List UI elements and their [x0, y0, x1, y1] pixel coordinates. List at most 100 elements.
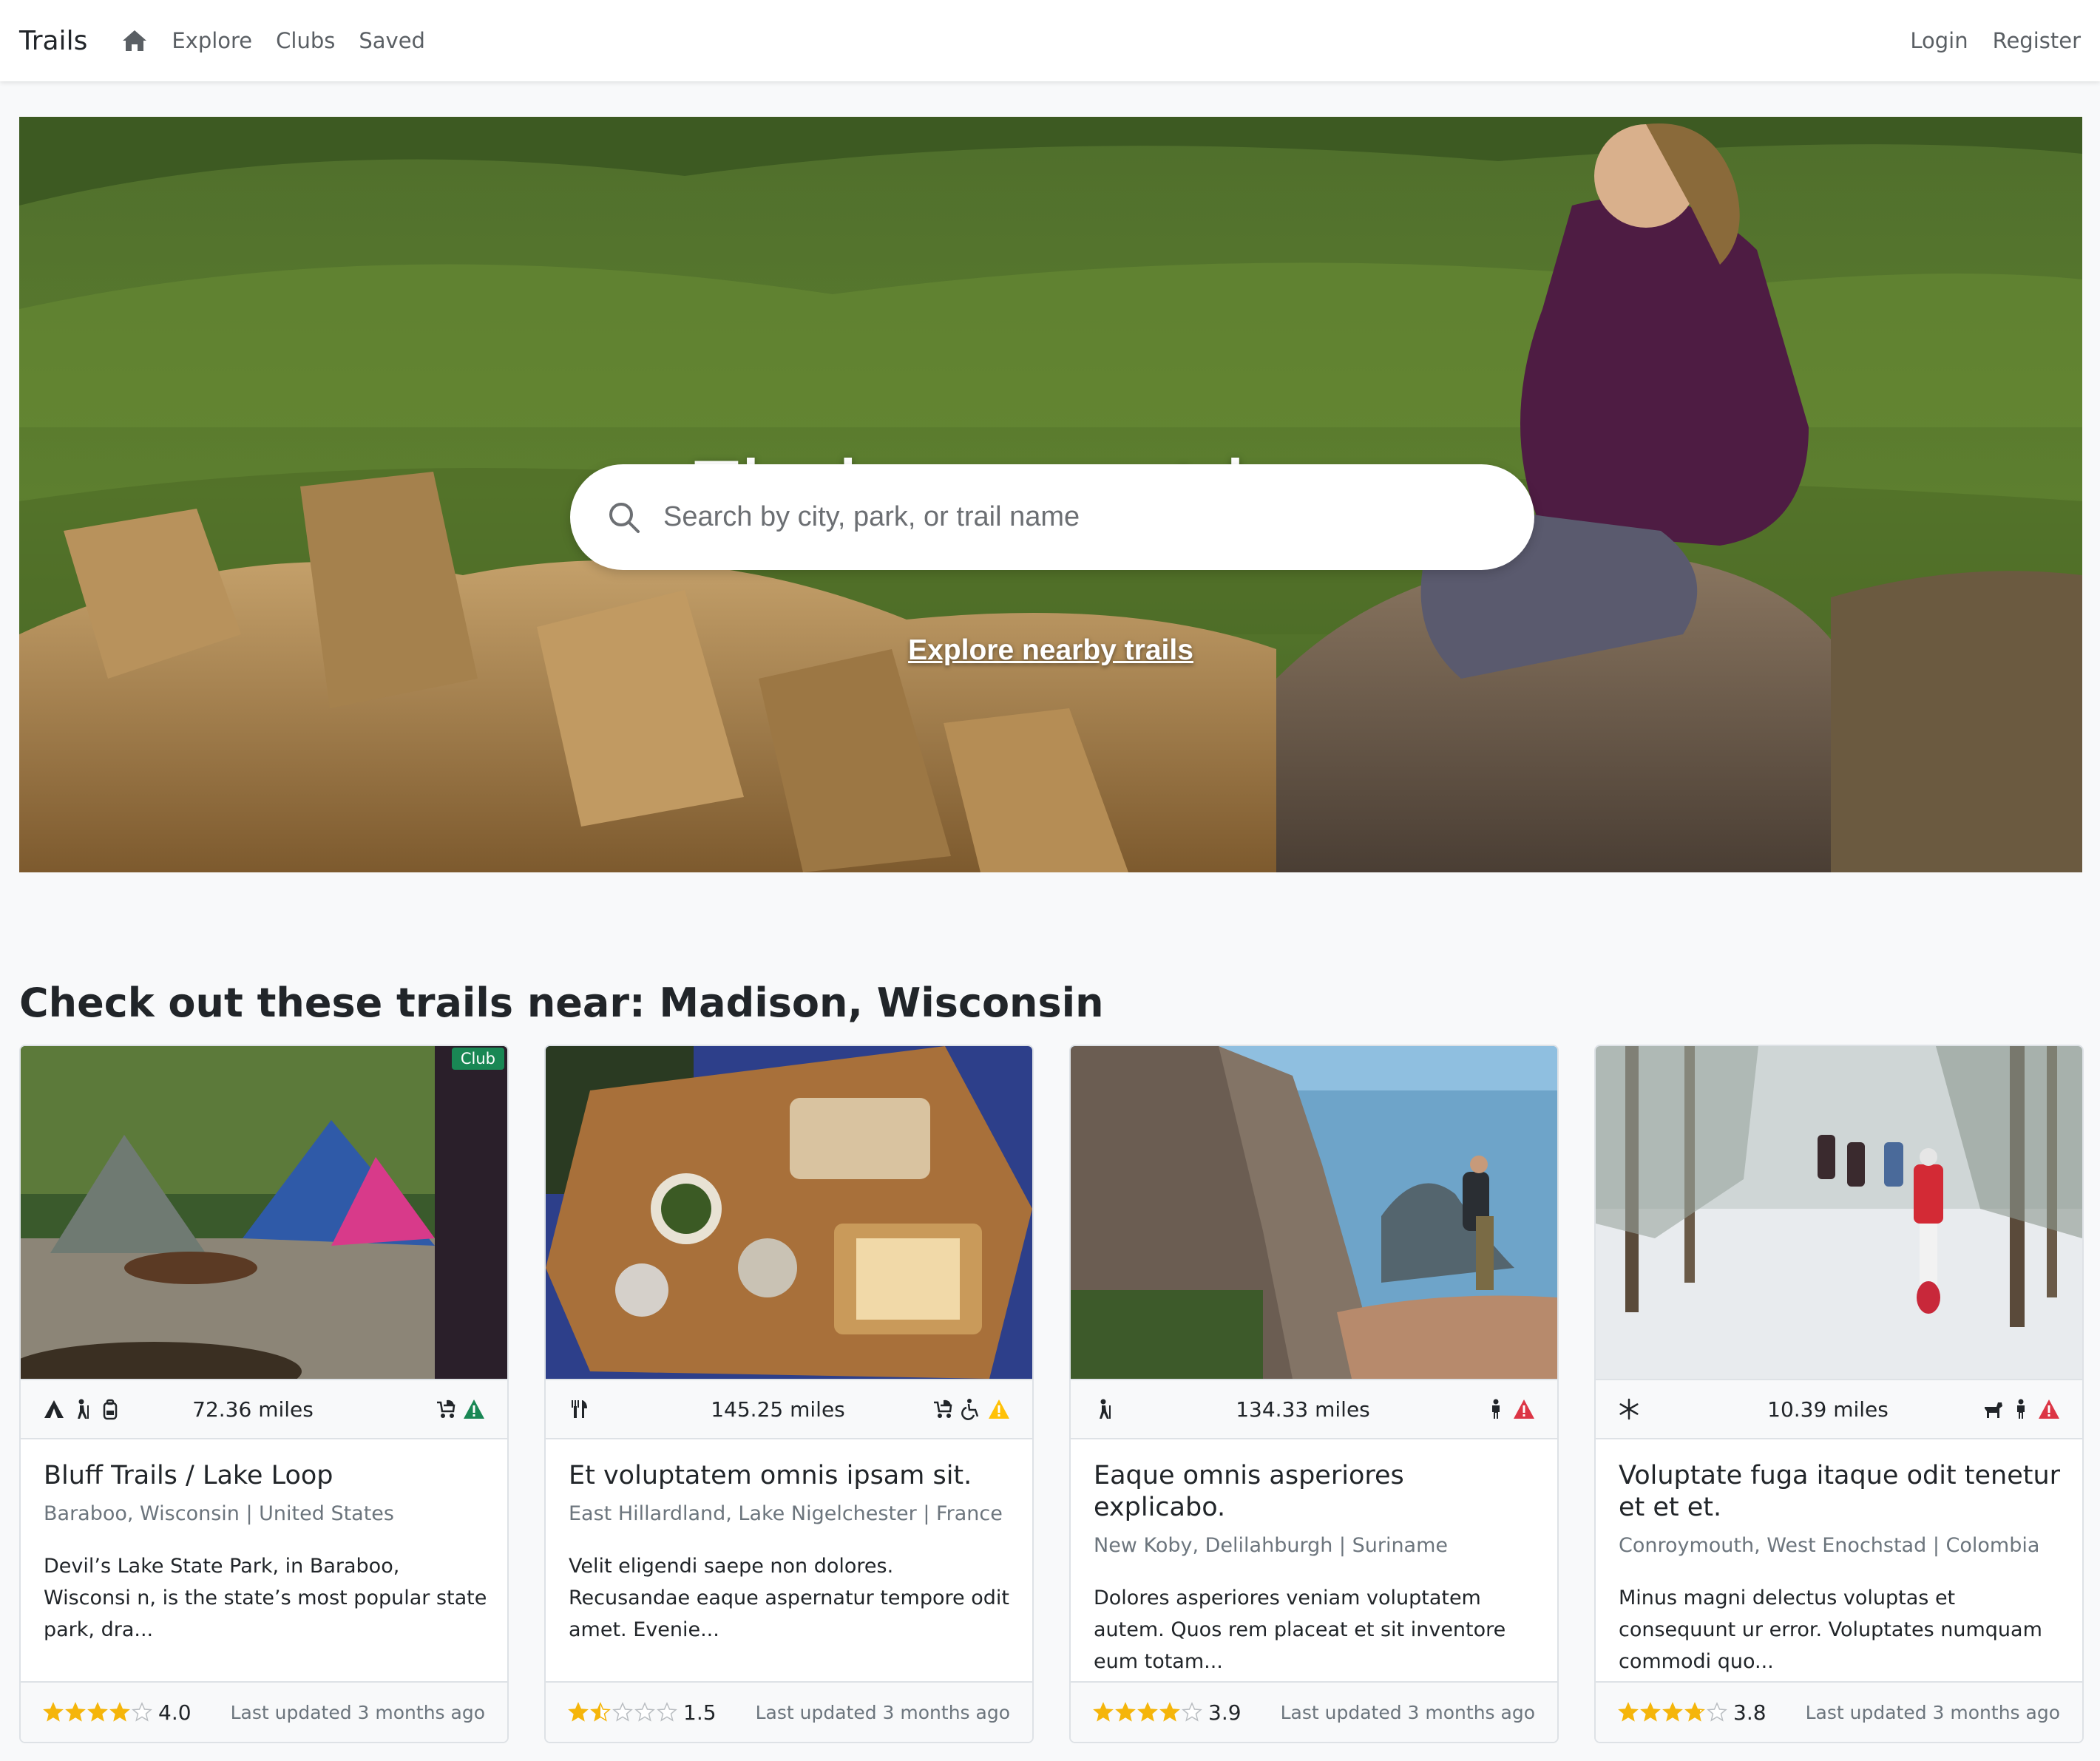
star-icon	[1640, 1702, 1661, 1722]
nav-link-explore[interactable]: Explore	[172, 28, 252, 53]
nav-link-clubs[interactable]: Clubs	[276, 28, 335, 53]
rating-value: 3.8	[1733, 1700, 1767, 1725]
trail-card[interactable]: 134.33 miles Eaque omnis asperiores expl…	[1069, 1045, 1559, 1743]
star-icon	[1684, 1702, 1705, 1722]
dog-icon	[1985, 1402, 2002, 1418]
camping-icon	[44, 1400, 64, 1418]
trail-distance: 10.39 miles	[1767, 1397, 1889, 1422]
club-badge: Club	[451, 1048, 504, 1070]
rating-stars	[1093, 1702, 1202, 1723]
star-icon	[87, 1702, 108, 1722]
star-icon	[1115, 1702, 1136, 1722]
backpack-icon	[103, 1399, 118, 1420]
trail-meta-bar: 10.39 miles	[1596, 1379, 2082, 1439]
trail-card-body: Bluff Trails / Lake Loop Baraboo, Wiscon…	[44, 1460, 487, 1646]
trail-image[interactable]: Club	[21, 1046, 507, 1379]
trail-location: Conroymouth, West Enochstad | Colombia	[1619, 1534, 2040, 1557]
trail-title[interactable]: Et voluptatem omnis ipsam sit.	[569, 1460, 1012, 1492]
star-icon	[590, 1702, 611, 1722]
trail-location: East Hillardland, Lake Nigelchester | Fr…	[569, 1502, 1003, 1525]
trail-card-footer: 1.5 Last updated 3 months ago	[546, 1681, 1032, 1742]
rating-value: 4.0	[158, 1700, 192, 1725]
alert-green-icon	[464, 1399, 484, 1419]
nav-auth-links: Login Register	[1910, 28, 2081, 53]
trail-card-body: Et voluptatem omnis ipsam sit. East Hill…	[569, 1460, 1012, 1646]
feature-icons	[1912, 1398, 2060, 1420]
trail-location: New Koby, Delilahburgh | Suriname	[1094, 1534, 1449, 1557]
trail-card[interactable]: Club 72.36 miles Bluff Trails / Lake Loo…	[19, 1045, 509, 1743]
trail-card[interactable]: 10.39 miles Voluptate fuga itaque odit t…	[1594, 1045, 2084, 1743]
star-icon	[612, 1702, 633, 1722]
rating-value: 1.5	[683, 1700, 717, 1725]
trail-distance: 72.36 miles	[192, 1397, 314, 1422]
star-icon	[634, 1702, 655, 1722]
last-updated: Last updated 3 months ago	[1280, 1701, 1535, 1723]
trail-meta-bar: 134.33 miles	[1071, 1379, 1557, 1439]
home-icon[interactable]	[121, 27, 149, 55]
last-updated: Last updated 3 months ago	[755, 1701, 1010, 1723]
trail-distance: 134.33 miles	[1236, 1397, 1370, 1422]
trail-location: Baraboo, Wisconsin | United States	[44, 1502, 394, 1525]
star-icon	[1662, 1702, 1683, 1722]
explore-nearby-link[interactable]: Explore nearby trails	[19, 634, 2082, 667]
feature-icons	[1387, 1398, 1535, 1420]
trail-meta-bar: 145.25 miles	[546, 1379, 1032, 1439]
star-icon	[1182, 1702, 1202, 1722]
wheelchair-icon	[961, 1399, 979, 1420]
hero-banner: Find your outdoors Explore nearby trails	[19, 117, 2082, 872]
rating-stars	[568, 1702, 677, 1723]
star-icon	[1137, 1702, 1158, 1722]
trail-description: Minus magni delectus voluptas et consequ…	[1619, 1587, 2042, 1673]
trail-title[interactable]: Bluff Trails / Lake Loop	[44, 1460, 487, 1492]
star-icon	[1618, 1702, 1639, 1722]
brand-logo[interactable]: Trails	[19, 26, 87, 56]
trail-card-footer: 3.9 Last updated 3 months ago	[1071, 1681, 1557, 1742]
trail-description: Velit eligendi saepe non dolores. Recusa…	[569, 1555, 1009, 1641]
person-icon	[2017, 1399, 2025, 1419]
utensils-icon	[572, 1400, 587, 1418]
rating-value: 3.9	[1208, 1700, 1242, 1725]
alert-yellow-icon	[989, 1399, 1009, 1419]
star-icon	[1093, 1702, 1114, 1722]
star-icon	[657, 1702, 677, 1722]
trail-card-footer: 4.0 Last updated 3 months ago	[21, 1681, 507, 1742]
trail-card[interactable]: 145.25 miles Et voluptatem omnis ipsam s…	[544, 1045, 1034, 1743]
login-link[interactable]: Login	[1910, 28, 1968, 53]
stroller-icon	[437, 1399, 455, 1418]
star-icon	[43, 1702, 64, 1722]
star-icon	[132, 1702, 152, 1722]
snowflake-icon	[1619, 1398, 1639, 1420]
star-icon	[1159, 1702, 1180, 1722]
trail-card-body: Voluptate fuga itaque odit tenetur et et…	[1619, 1460, 2062, 1677]
trail-meta-bar: 72.36 miles	[21, 1379, 507, 1439]
trail-card-footer: 3.8 Last updated 3 months ago	[1596, 1681, 2082, 1742]
register-link[interactable]: Register	[1993, 28, 2081, 53]
feature-icons	[862, 1398, 1010, 1420]
top-navbar: Trails Explore Clubs Saved Login Registe…	[0, 0, 2100, 81]
alert-red-icon	[2039, 1399, 2059, 1419]
search-icon	[607, 501, 641, 535]
last-updated: Last updated 3 months ago	[1805, 1701, 2060, 1723]
trail-title[interactable]: Voluptate fuga itaque odit tenetur et et…	[1619, 1460, 2062, 1524]
search-bar[interactable]	[570, 464, 1534, 570]
nav-link-saved[interactable]: Saved	[359, 28, 425, 53]
trail-image[interactable]	[1596, 1046, 2082, 1379]
rating-stars	[43, 1702, 152, 1723]
stroller-icon	[934, 1399, 952, 1418]
trail-image[interactable]	[1071, 1046, 1557, 1379]
trail-card-body: Eaque omnis asperiores explicabo. New Ko…	[1094, 1460, 1537, 1677]
person-icon	[1492, 1399, 1500, 1419]
nearby-trails-heading: Check out these trails near: Madison, Wi…	[19, 980, 1104, 1026]
search-input[interactable]	[663, 501, 1477, 533]
trail-title[interactable]: Eaque omnis asperiores explicabo.	[1094, 1460, 1537, 1524]
trail-description: Dolores asperiores veniam voluptatem aut…	[1094, 1587, 1506, 1673]
feature-icons	[337, 1398, 485, 1420]
star-icon	[1707, 1702, 1727, 1722]
alert-red-icon	[1514, 1399, 1534, 1419]
hiking-icon	[1100, 1399, 1111, 1419]
star-icon	[65, 1702, 86, 1722]
trail-distance: 145.25 miles	[711, 1397, 845, 1422]
rating-stars	[1618, 1702, 1727, 1723]
trail-description: Devil’s Lake State Park, in Baraboo, Wis…	[44, 1555, 487, 1641]
trail-image[interactable]	[546, 1046, 1032, 1379]
